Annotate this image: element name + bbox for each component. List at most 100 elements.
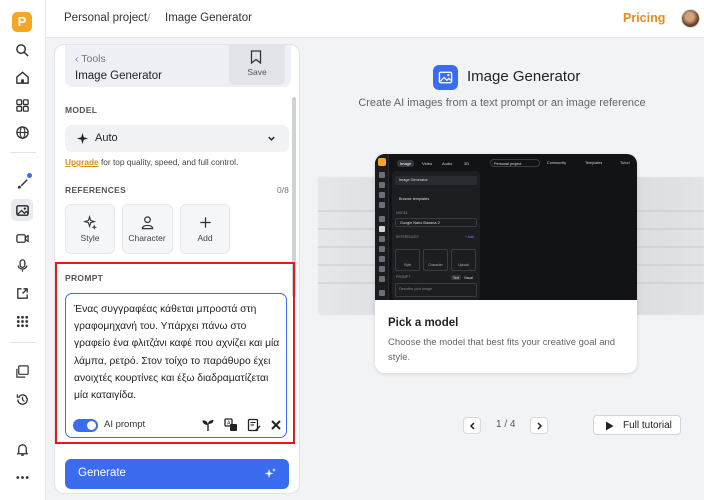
more-icon[interactable] xyxy=(11,466,33,488)
breadcrumb-page: Image Generator xyxy=(165,12,252,24)
gallery-icon[interactable] xyxy=(11,360,33,382)
mock-top-link: Tutori xyxy=(620,161,630,165)
reference-style-button[interactable]: Style xyxy=(65,204,115,254)
mock-panel: Image Generator Browse templates MODEL G… xyxy=(392,171,480,300)
mock-prompt-label: PROMPT xyxy=(396,275,411,279)
close-icon[interactable] xyxy=(269,418,283,432)
mock-rail-icon xyxy=(379,192,385,198)
mock-tile: Character xyxy=(423,249,448,271)
mock-project-select: Personal project xyxy=(490,159,540,167)
image-generator-icon xyxy=(433,65,458,90)
mock-rail-icon xyxy=(379,226,385,232)
mock-rail-icon xyxy=(379,246,385,252)
top-bar: Personal project / Image Generator Prici… xyxy=(46,0,704,38)
history-icon[interactable] xyxy=(11,388,33,410)
chevron-left-icon: ‹ xyxy=(75,53,79,65)
pricing-link[interactable]: Pricing xyxy=(623,11,665,25)
grid-icon[interactable] xyxy=(11,310,33,332)
prompt-textarea[interactable]: Ένας συγγραφέας κάθεται μπροστά στη γραφ… xyxy=(65,293,287,438)
full-tutorial-button[interactable]: Full tutorial xyxy=(593,415,681,435)
svg-text:A: A xyxy=(227,421,231,427)
icon-rail: P xyxy=(0,0,46,500)
mock-model-label: MODEL xyxy=(396,211,408,215)
model-value: Auto xyxy=(95,132,118,144)
ai-prompt-label: AI prompt xyxy=(104,419,146,430)
mock-rail-icon xyxy=(379,182,385,188)
brush-icon[interactable] xyxy=(11,172,33,194)
mock-rail-icon xyxy=(379,236,385,242)
mock-rail-icon xyxy=(379,172,385,178)
upgrade-link[interactable]: Upgrade xyxy=(65,157,99,167)
next-slide-button[interactable] xyxy=(530,417,548,434)
mock-tab: Video xyxy=(422,161,433,166)
save-button[interactable]: Save xyxy=(229,45,285,85)
mock-panel-title: Image Generator xyxy=(395,176,477,185)
play-icon xyxy=(606,421,614,431)
app-window: P Personal project / Image Generator Pri… xyxy=(0,0,704,500)
reference-add-button[interactable]: Add xyxy=(180,204,230,254)
mock-rail-icon xyxy=(379,256,385,262)
avatar[interactable] xyxy=(681,9,700,28)
image-icon[interactable] xyxy=(11,199,33,221)
search-icon[interactable] xyxy=(11,39,33,61)
pagination-indicator: 1 / 4 xyxy=(496,419,516,430)
mock-rail-icon xyxy=(379,202,385,208)
mock-prompt-input: Describe your image xyxy=(395,283,477,297)
share-icon[interactable] xyxy=(11,282,33,304)
edit-note-icon[interactable] xyxy=(247,418,261,432)
mock-references-label: REFERENCES xyxy=(396,235,419,239)
style-icon xyxy=(83,215,98,230)
sparkle-icon xyxy=(76,132,89,145)
sparkle-icon xyxy=(264,468,276,478)
app-logo[interactable]: P xyxy=(12,12,32,32)
mock-rail-icon xyxy=(379,216,385,222)
mock-rail-icon xyxy=(379,276,385,282)
sprout-icon[interactable] xyxy=(201,418,215,432)
reference-add-label: Add xyxy=(197,233,213,243)
rail-divider xyxy=(10,152,36,153)
tools-back-link[interactable]: ‹ Tools xyxy=(75,53,106,65)
prev-slide-button[interactable] xyxy=(463,417,481,434)
globe-icon[interactable] xyxy=(11,121,33,143)
apps-icon[interactable] xyxy=(11,94,33,116)
model-section-label: MODEL xyxy=(65,105,98,115)
reference-character-label: Character xyxy=(128,233,166,243)
mock-rail xyxy=(375,154,389,300)
breadcrumb-separator: / xyxy=(147,11,151,25)
rail-divider xyxy=(10,342,36,343)
chevron-right-icon xyxy=(537,422,543,430)
ai-prompt-toggle[interactable] xyxy=(73,419,98,432)
mock-top-link: Templates xyxy=(585,161,603,165)
mock-add-link: + Add xyxy=(465,235,474,239)
card-title: Pick a model xyxy=(388,317,459,329)
prompt-text[interactable]: Ένας συγγραφέας κάθεται μπροστά στη γραφ… xyxy=(74,301,282,404)
mock-tile: Style xyxy=(395,249,420,271)
mock-top-link: Community xyxy=(547,161,567,165)
mic-icon[interactable] xyxy=(11,254,33,276)
save-label: Save xyxy=(247,67,267,77)
chevron-down-icon xyxy=(268,136,275,141)
page-subtitle: Create AI images from a text prompt or a… xyxy=(358,97,646,109)
references-section-label: REFERENCES xyxy=(65,185,127,195)
video-icon[interactable] xyxy=(11,227,33,249)
character-icon xyxy=(141,216,154,230)
references-count: 0/8 xyxy=(277,185,289,195)
mock-chip: Visual xyxy=(464,275,473,280)
home-icon[interactable] xyxy=(11,66,33,88)
translate-icon[interactable]: A xyxy=(224,418,238,432)
model-select[interactable]: Auto xyxy=(65,125,289,152)
plus-icon xyxy=(200,217,211,228)
generate-label: Generate xyxy=(78,467,126,479)
mock-tab: Image xyxy=(397,160,415,167)
reference-character-button[interactable]: Character xyxy=(122,204,173,254)
mock-tab: Audio xyxy=(442,161,453,166)
generator-panel: ‹ Tools Image Generator Save MODEL Auto … xyxy=(54,44,300,494)
tutorial-card: Image Video Audio 3D Personal project Co… xyxy=(375,154,637,373)
page-title: Image Generator xyxy=(467,68,581,85)
mock-rail-icon xyxy=(379,266,385,272)
bell-icon[interactable] xyxy=(11,438,33,460)
card-description: Choose the model that best fits your cre… xyxy=(388,337,616,363)
generate-button[interactable]: Generate xyxy=(65,459,289,489)
breadcrumb-project[interactable]: Personal project xyxy=(64,12,147,24)
mock-logo xyxy=(378,158,386,166)
